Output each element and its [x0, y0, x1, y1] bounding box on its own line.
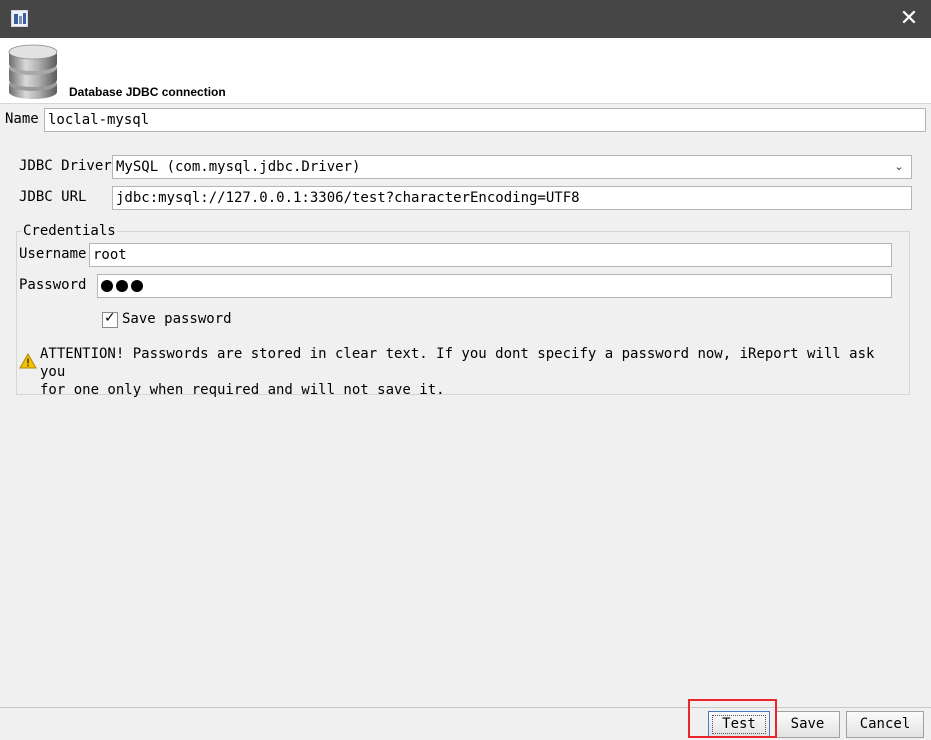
password-warning-text: ATTENTION! Passwords are stored in clear…	[40, 346, 875, 398]
password-mask	[101, 276, 143, 296]
password-input[interactable]	[97, 274, 892, 298]
username-input[interactable]: root	[89, 243, 892, 267]
jdbc-driver-value: MySQL (com.mysql.jdbc.Driver)	[116, 159, 361, 175]
title-bar: ✕	[0, 0, 931, 38]
close-icon[interactable]: ✕	[896, 6, 922, 32]
jdbc-driver-select[interactable]: MySQL (com.mysql.jdbc.Driver) ⌄	[112, 155, 912, 179]
dialog-header: Database JDBC connection	[0, 38, 931, 104]
name-input[interactable]: loclal-mysql	[44, 108, 926, 132]
name-label: Name	[5, 111, 39, 127]
username-label: Username	[19, 246, 87, 262]
footer-separator	[0, 707, 931, 708]
password-dot	[131, 280, 143, 292]
jdbc-url-input[interactable]: jdbc:mysql://127.0.0.1:3306/test?charact…	[112, 186, 912, 210]
jdbc-driver-label: JDBC Driver	[19, 158, 112, 174]
password-dot	[116, 280, 128, 292]
jdbc-url-label: JDBC URL	[19, 189, 87, 205]
dialog-title: Database JDBC connection	[69, 85, 226, 99]
save-password-checkbox[interactable]: ✓	[102, 310, 118, 328]
warning-icon	[19, 353, 37, 369]
database-icon	[8, 44, 58, 99]
check-icon: ✓	[104, 310, 116, 326]
chevron-down-icon[interactable]: ⌄	[890, 156, 908, 178]
cancel-button-label: Cancel	[859, 716, 911, 732]
password-dot	[101, 280, 113, 292]
credentials-legend: Credentials	[22, 223, 117, 239]
cancel-button[interactable]: Cancel	[846, 711, 924, 738]
test-button-highlight	[688, 699, 777, 738]
app-icon	[11, 10, 28, 27]
password-label: Password	[19, 277, 87, 293]
save-button[interactable]: Save	[775, 711, 840, 738]
save-password-label[interactable]: Save password	[122, 311, 232, 327]
save-button-label: Save	[790, 716, 825, 732]
